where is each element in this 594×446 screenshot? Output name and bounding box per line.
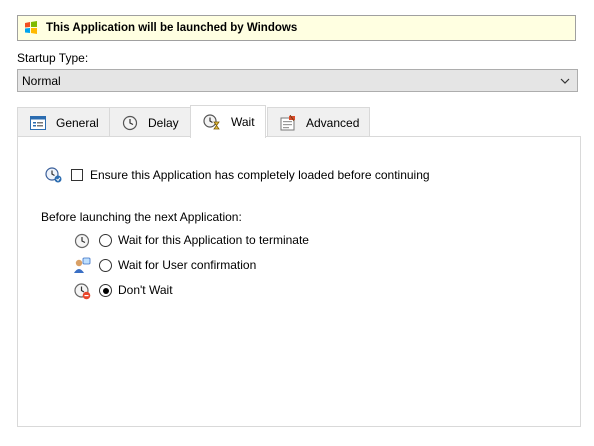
dont-wait-radio[interactable] [99, 284, 112, 297]
startup-type-value: Normal [22, 73, 61, 88]
tab-label: Delay [148, 115, 179, 130]
dont-wait-label: Don't Wait [118, 283, 173, 297]
wait-terminate-radio[interactable] [99, 234, 112, 247]
chevron-down-icon [560, 75, 570, 89]
before-launching-label: Before launching the next Application: [41, 210, 242, 224]
windows-flag-icon [23, 20, 39, 36]
clock-icon [122, 115, 138, 131]
wait-terminate-label: Wait for this Application to terminate [118, 233, 309, 247]
tab-label: Advanced [306, 115, 360, 130]
hourglass-clock-icon [203, 114, 221, 130]
ensure-loaded-label: Ensure this Application has completely l… [90, 168, 430, 182]
user-icon [73, 257, 91, 277]
wait-user-confirmation-label: Wait for User confirmation [118, 258, 257, 272]
tab-label: General [56, 115, 99, 130]
ensure-loaded-checkbox[interactable] [71, 169, 83, 181]
info-banner: This Application will be launched by Win… [17, 15, 576, 41]
tab-delay[interactable]: Delay [109, 107, 191, 137]
tab-label: Wait [231, 115, 255, 129]
clock-icon [74, 233, 90, 252]
wait-user-confirmation-radio[interactable] [99, 259, 112, 272]
no-wait-icon [74, 283, 91, 303]
startup-type-select[interactable]: Normal [17, 69, 578, 92]
tab-general[interactable]: General [17, 107, 110, 137]
tab-wait[interactable]: Wait [190, 105, 266, 138]
loaded-clock-icon [45, 167, 62, 186]
general-icon [30, 115, 46, 130]
tab-advanced[interactable]: Advanced [267, 107, 370, 137]
banner-text: This Application will be launched by Win… [46, 22, 298, 34]
advanced-icon [280, 114, 296, 131]
startup-type-label: Startup Type: [17, 51, 89, 65]
